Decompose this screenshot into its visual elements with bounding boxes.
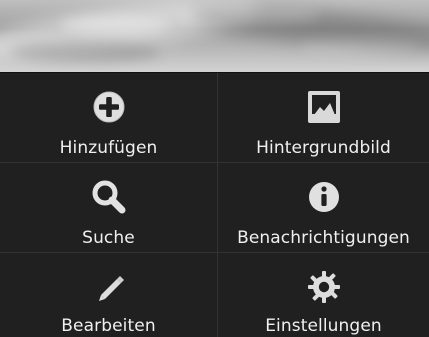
add-label: Hinzufügen <box>59 138 158 158</box>
home-screen: Hinzufügen Hintergrundbild Suche Benachr… <box>0 0 429 337</box>
settings-label: Einstellungen <box>265 316 382 336</box>
wallpaper-label: Hintergrundbild <box>256 138 391 158</box>
wallpaper-icon <box>304 87 344 127</box>
edit-label: Bearbeiten <box>61 316 156 336</box>
wallpaper-preview <box>0 0 429 72</box>
notifications-label: Benachrichtigungen <box>237 228 410 248</box>
edit-menu-item[interactable]: Bearbeiten <box>0 253 218 337</box>
settings-icon <box>304 267 344 307</box>
search-icon <box>89 177 129 217</box>
settings-menu-item[interactable]: Einstellungen <box>218 253 429 337</box>
search-menu-item[interactable]: Suche <box>0 163 218 253</box>
search-label: Suche <box>82 228 135 248</box>
add-icon <box>89 87 129 127</box>
options-menu: Hinzufügen Hintergrundbild Suche Benachr… <box>0 72 429 337</box>
notifications-menu-item[interactable]: Benachrichtigungen <box>218 163 429 253</box>
add-menu-item[interactable]: Hinzufügen <box>0 73 218 163</box>
info-icon <box>304 177 344 217</box>
edit-icon <box>89 267 129 307</box>
wallpaper-menu-item[interactable]: Hintergrundbild <box>218 73 429 163</box>
